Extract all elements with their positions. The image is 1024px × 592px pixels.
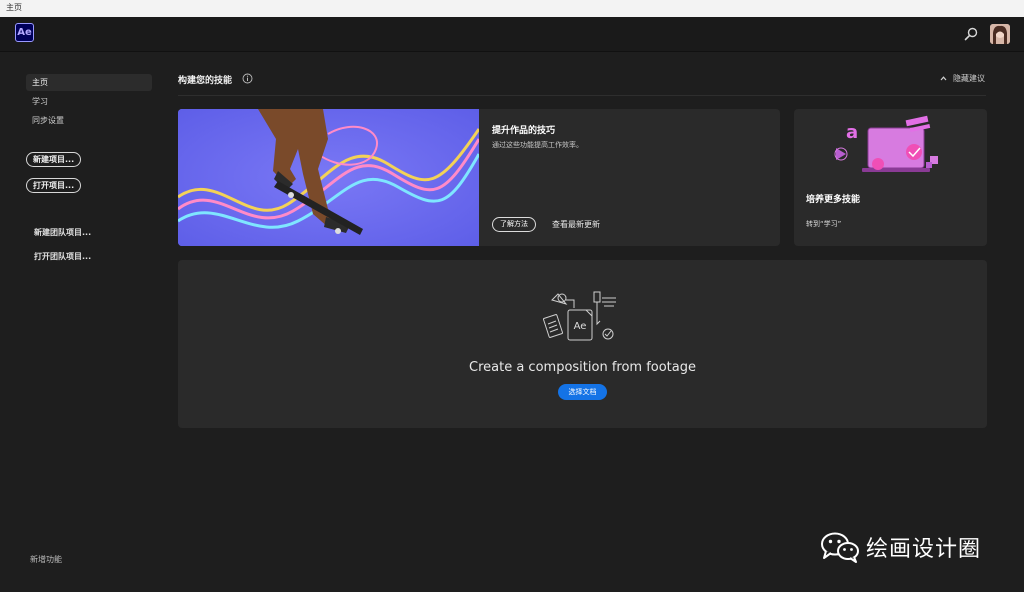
skills-card: a 培养更多技能 转到“学习” — [794, 109, 987, 246]
section-divider — [178, 95, 986, 96]
skills-card-title: 培养更多技能 — [806, 195, 861, 205]
hero-card-title: 提升作品的技巧 — [492, 126, 556, 136]
view-latest-updates-link[interactable]: 查看最新更新 — [552, 219, 600, 230]
go-to-learn-link[interactable]: 转到“学习” — [806, 219, 841, 229]
watermark: 绘画设计圈 — [820, 530, 981, 564]
chevron-up-icon — [940, 74, 947, 83]
skateboarder-image — [178, 109, 481, 246]
svg-text:Ae: Ae — [574, 321, 587, 332]
hide-suggestions-button[interactable]: 隐藏建议 — [940, 73, 985, 84]
main-content: 构建您的技能 隐藏建议 提升作品的技巧 通过这些功能提高工作效率。 了解方法 查… — [0, 0, 1024, 592]
section-title: 构建您的技能 — [178, 76, 233, 86]
select-file-button[interactable]: 选择文档 — [558, 384, 607, 400]
skills-illustration: a — [834, 115, 938, 172]
watermark-text: 绘画设计圈 — [866, 537, 982, 562]
composition-illustration: Ae — [543, 291, 616, 341]
wechat-icon — [821, 532, 859, 563]
composition-card: Ae Create a composition from footage 选择文… — [178, 260, 987, 428]
hero-card: 提升作品的技巧 通过这些功能提高工作效率。 了解方法 查看最新更新 — [178, 109, 780, 246]
composition-card-title: Create a composition from footage — [469, 360, 696, 375]
svg-text:a: a — [846, 122, 858, 143]
hide-suggestions-label: 隐藏建议 — [953, 74, 985, 83]
app-window: 主页 Ae 主页 学习 同步设置 新建项目... 打开项目... 新建团队项目.… — [0, 0, 1024, 592]
learn-how-button[interactable]: 了解方法 — [492, 217, 536, 232]
info-icon[interactable] — [242, 73, 253, 84]
hero-card-description: 通过这些功能提高工作效率。 — [492, 141, 583, 149]
